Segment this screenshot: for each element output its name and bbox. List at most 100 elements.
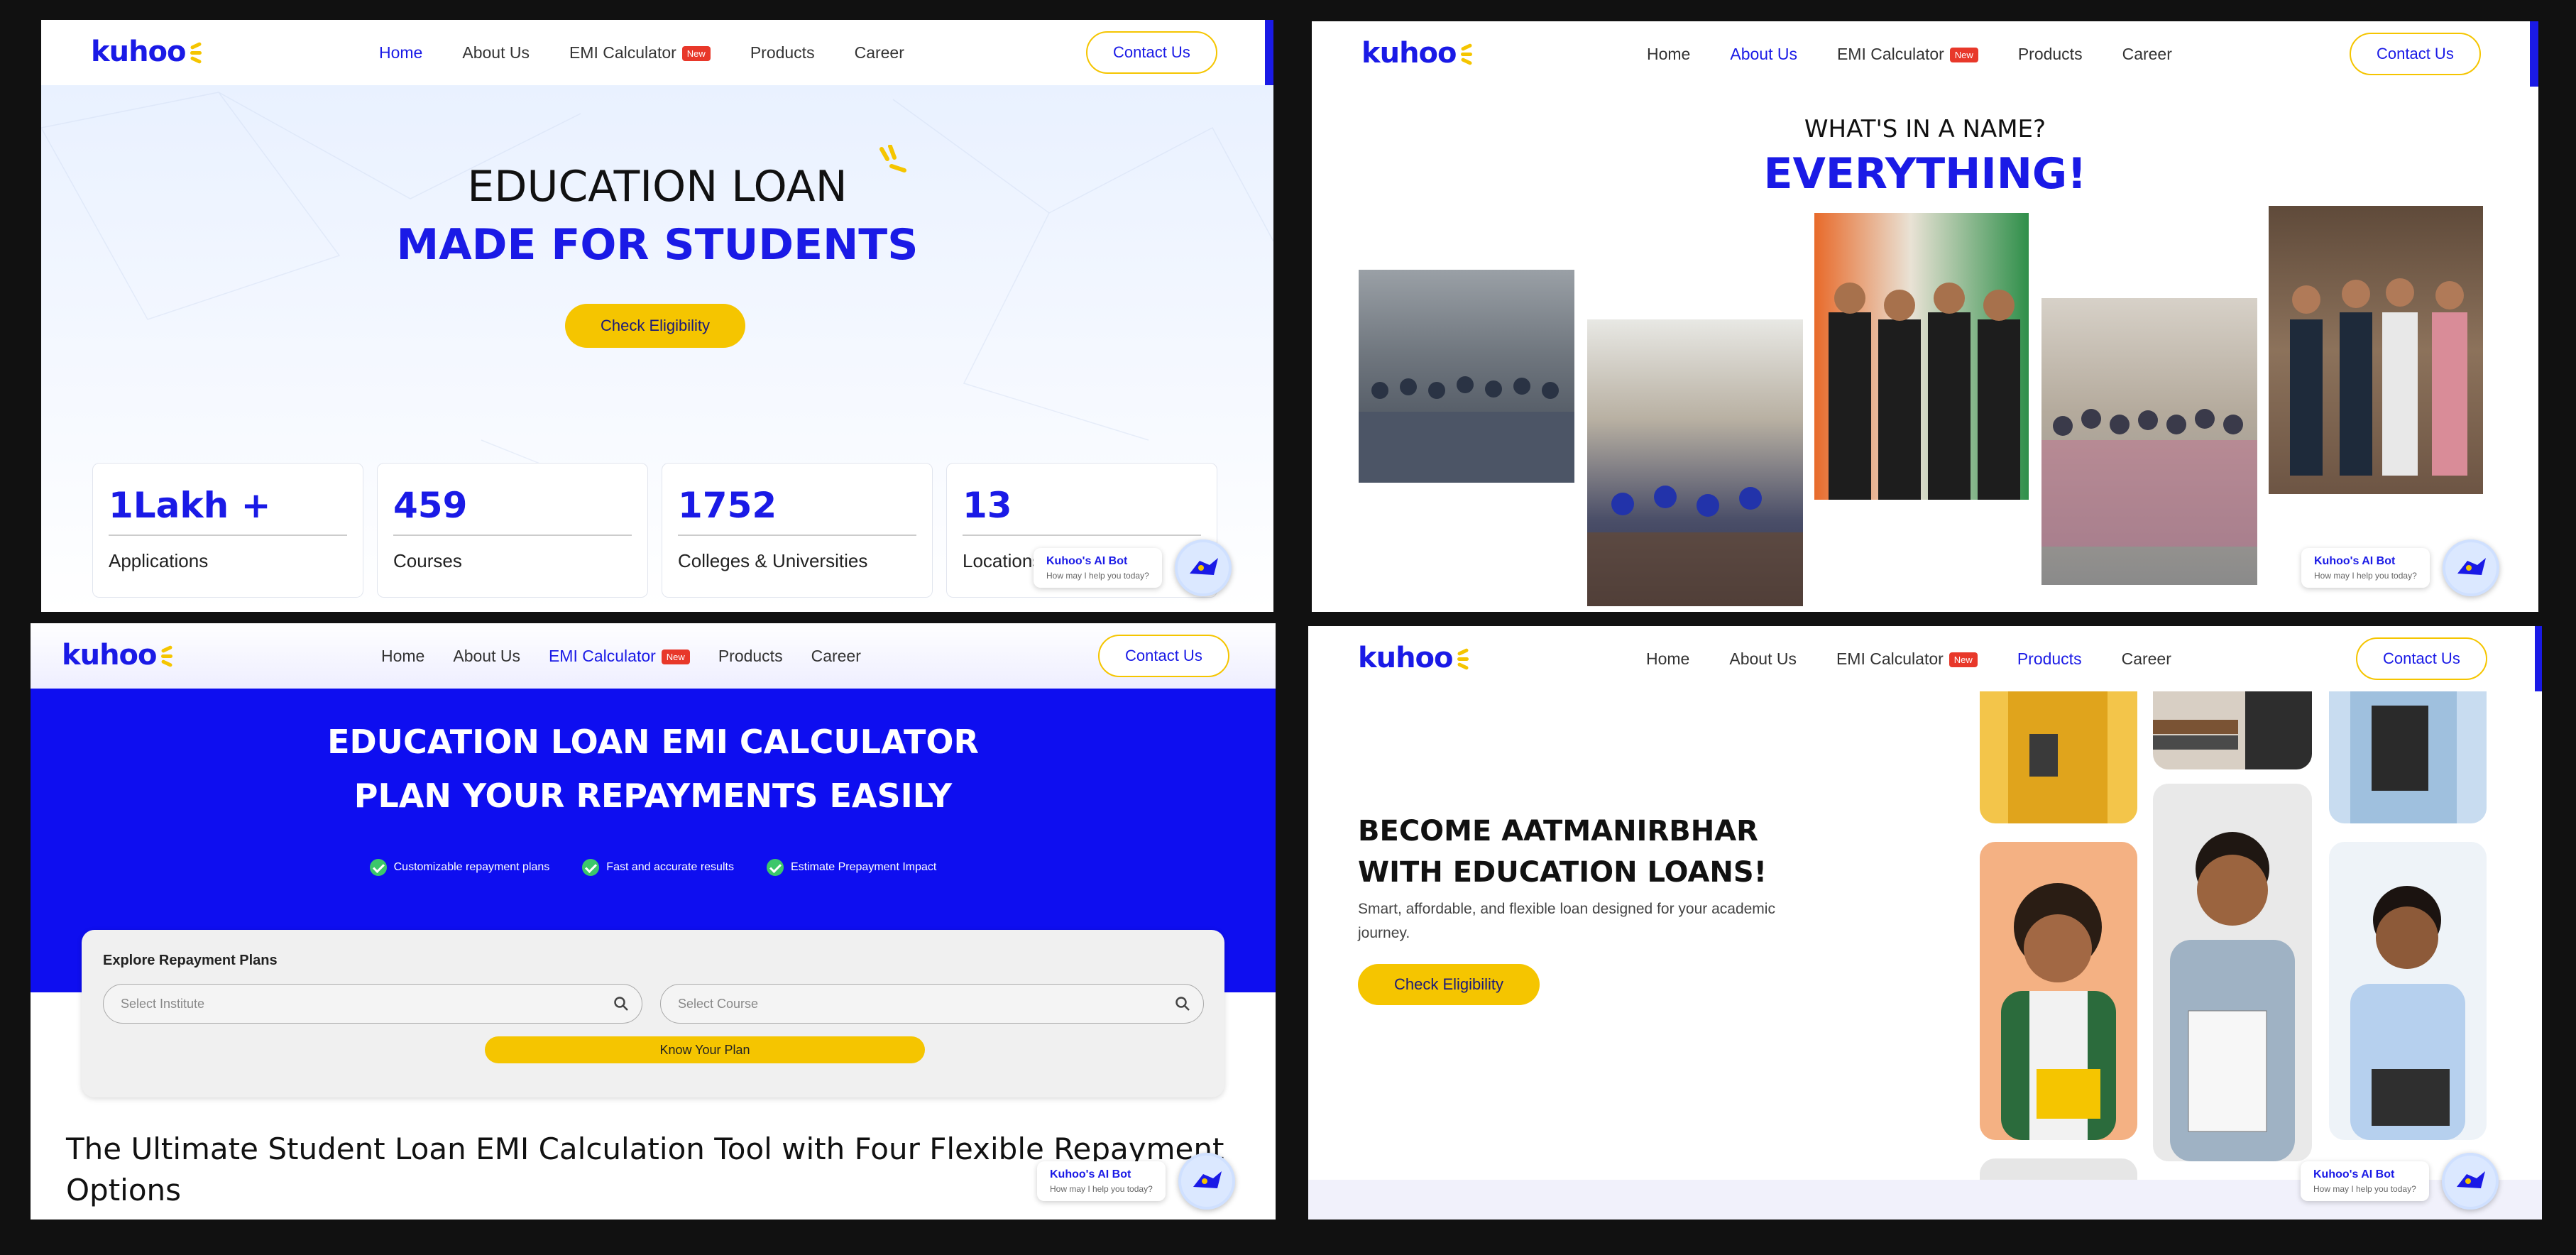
team-photo [1814, 213, 2029, 500]
check-eligibility-button[interactable]: Check Eligibility [565, 304, 745, 348]
student-photo [1980, 842, 2137, 1140]
nav-emi-calculator[interactable]: EMI Calculator New [569, 43, 711, 62]
check-icon [766, 859, 784, 876]
bot-avatar-icon[interactable] [1178, 1153, 1235, 1210]
nav-emi-calculator[interactable]: EMI Calculator New [1837, 45, 1978, 64]
nav-home[interactable]: Home [381, 647, 424, 666]
new-badge: New [661, 649, 690, 664]
hero-headline-1: EDUCATION LOAN [467, 162, 848, 212]
course-search-input[interactable]: Select Course [660, 984, 1204, 1024]
nav-products[interactable]: Products [718, 647, 783, 666]
bot-subtitle: How may I help you today? [1050, 1184, 1153, 1194]
contact-us-button[interactable]: Contact Us [2356, 637, 2487, 680]
nav-emi-calculator[interactable]: EMI Calculator New [1836, 650, 1978, 669]
ai-bot-widget[interactable]: Kuhoo's AI Bot How may I help you today? [2301, 539, 2499, 596]
stat-label: Colleges & Universities [678, 550, 868, 571]
stat-value: 1752 [678, 485, 777, 526]
search-icon[interactable] [1175, 996, 1190, 1012]
nav-menu: Home About Us EMI Calculator New Products… [381, 623, 861, 689]
nav-home[interactable]: Home [379, 43, 422, 62]
nav-about-us[interactable]: About Us [1729, 650, 1797, 669]
products-subtitle: Smart, affordable, and flexible loan des… [1358, 901, 1775, 941]
bot-bubble[interactable]: Kuhoo's AI Bot How may I help you today? [1037, 1161, 1166, 1201]
nav-emi-calculator[interactable]: EMI Calculator New [549, 647, 690, 666]
nav-career[interactable]: Career [811, 647, 861, 666]
products-screenshot-panel: kuhoo Home About Us EMI Calculator New Pr… [1308, 626, 2542, 1220]
kuhoo-logo[interactable]: kuhoo [1361, 37, 1474, 70]
repayment-card: Explore Repayment Plans Select Institute… [82, 930, 1224, 1097]
ai-bot-widget[interactable]: Kuhoo's AI Bot How may I help you today? [1037, 1153, 1235, 1210]
logo-spark-icon [1456, 647, 1470, 672]
stat-label: Locations [963, 550, 1042, 571]
hero-headline-2: MADE FOR STUDENTS [396, 220, 919, 270]
nav-career[interactable]: Career [855, 43, 904, 62]
logo-spark-icon [189, 41, 203, 65]
bot-avatar-icon[interactable] [2442, 539, 2499, 596]
new-badge: New [681, 45, 711, 61]
student-photo [1980, 691, 2137, 823]
nav-menu: Home About Us EMI Calculator New Products… [1647, 21, 2172, 87]
team-photo-figures [1829, 283, 2020, 500]
check-eligibility-button[interactable]: Check Eligibility [1358, 964, 1540, 1005]
ai-bot-widget[interactable]: Kuhoo's AI Bot How may I help you today? [2301, 1153, 2499, 1210]
products-headline-1: BECOME AATMANIRBHAR [1358, 815, 1758, 848]
sparkle-icon [879, 145, 906, 172]
bot-title: Kuhoo's AI Bot [1046, 555, 1128, 567]
team-photo-figures [1587, 486, 1803, 606]
student-photo-figure [2170, 832, 2295, 1161]
student-photo-figure [2008, 691, 2108, 823]
bot-bubble[interactable]: Kuhoo's AI Bot How may I help you today? [1034, 548, 1162, 588]
nav-about-us[interactable]: About Us [1730, 45, 1797, 64]
know-your-plan-button[interactable]: Know Your Plan [485, 1036, 925, 1063]
institute-search-input[interactable]: Select Institute [103, 984, 642, 1024]
contact-us-button[interactable]: Contact Us [1086, 31, 1217, 74]
feature-item: Estimate Prepayment Impact [766, 859, 936, 876]
nav-career[interactable]: Career [2122, 45, 2172, 64]
team-photo [2269, 206, 2483, 494]
stat-divider [109, 535, 347, 536]
nav-home[interactable]: Home [1647, 45, 1690, 64]
stat-card: 459 Courses [377, 463, 648, 598]
nav-career[interactable]: Career [2122, 650, 2171, 669]
nav-about-us[interactable]: About Us [453, 647, 520, 666]
nav-products[interactable]: Products [750, 43, 815, 62]
student-photo [2153, 691, 2312, 769]
contact-us-button[interactable]: Contact Us [1098, 635, 1229, 677]
bot-title: Kuhoo's AI Bot [2313, 1168, 2395, 1180]
kuhoo-logo[interactable]: kuhoo [91, 35, 203, 68]
logo-spark-icon [1459, 43, 1474, 67]
edge-accent-bar [2530, 21, 2538, 87]
bot-title: Kuhoo's AI Bot [2314, 555, 2396, 567]
course-placeholder: Select Course [678, 996, 759, 1011]
nav-emi-label: EMI Calculator [1836, 44, 1944, 63]
student-photo [2329, 842, 2487, 1140]
bot-avatar-icon[interactable] [2441, 1153, 2499, 1210]
team-photo-figures [2290, 278, 2467, 476]
navbar: kuhoo Home About Us EMI Calculator New Pr… [1308, 626, 2542, 691]
products-headline: BECOME AATMANIRBHAR WITH EDUCATION LOANS… [1358, 811, 1767, 893]
team-photo [2041, 298, 2257, 585]
feature-list: Customizable repayment plans Fast and ac… [31, 859, 1276, 876]
navbar: kuhoo Home About Us EMI Calculator New Pr… [31, 623, 1276, 689]
team-photo-figures [1359, 376, 1574, 483]
search-icon[interactable] [613, 996, 629, 1012]
bot-bubble[interactable]: Kuhoo's AI Bot How may I help you today? [2301, 548, 2430, 588]
emi-screenshot-panel: kuhoo Home About Us EMI Calculator New Pr… [31, 623, 1276, 1220]
nav-about-us[interactable]: About Us [462, 43, 530, 62]
emi-headline-1: EDUCATION LOAN EMI CALCULATOR [327, 723, 979, 761]
student-photo-figure [2001, 883, 2116, 1140]
nav-home[interactable]: Home [1646, 650, 1689, 669]
nav-products[interactable]: Products [2018, 45, 2083, 64]
student-photo-figure [2153, 691, 2312, 769]
kuhoo-logo[interactable]: kuhoo [1358, 642, 1470, 674]
stat-card: 1Lakh + Applications [92, 463, 363, 598]
stat-value: 13 [963, 485, 1012, 526]
contact-us-button[interactable]: Contact Us [2350, 33, 2481, 75]
bot-subtitle: How may I help you today? [2313, 1184, 2416, 1194]
ai-bot-widget[interactable]: Kuhoo's AI Bot How may I help you today? [1034, 539, 1232, 596]
nav-products[interactable]: Products [2017, 650, 2082, 669]
bot-bubble[interactable]: Kuhoo's AI Bot How may I help you today? [2301, 1161, 2429, 1201]
bot-avatar-icon[interactable] [1174, 539, 1232, 596]
about-question: WHAT'S IN A NAME? [1804, 115, 2046, 143]
kuhoo-logo[interactable]: kuhoo [62, 639, 174, 672]
